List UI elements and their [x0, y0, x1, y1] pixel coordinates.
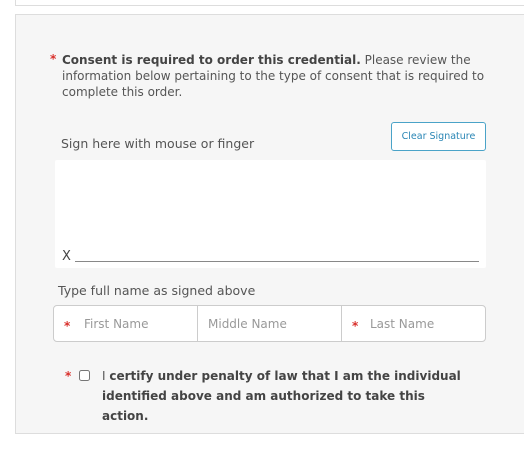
clear-signature-button[interactable]: Clear Signature	[391, 122, 486, 151]
consent-required-mark: *	[50, 52, 57, 66]
consent-message: Consent is required to order this creden…	[62, 52, 490, 100]
middle-name-input[interactable]	[198, 306, 341, 341]
first-name-input[interactable]	[54, 306, 197, 341]
consent-message-bold: Consent is required to order this creden…	[62, 53, 361, 67]
signature-line	[75, 261, 479, 262]
certify-statement: I certify under penalty of law that I am…	[102, 366, 472, 426]
last-name-cell: *	[342, 306, 485, 341]
full-name-fields: * *	[53, 305, 486, 342]
certify-statement-bold: certify under penalty of law that I am t…	[102, 369, 461, 423]
last-name-input[interactable]	[342, 306, 485, 341]
certify-required-mark: *	[65, 369, 72, 383]
middle-name-cell	[198, 306, 342, 341]
signature-x-mark: X	[62, 249, 71, 264]
first-name-cell: *	[54, 306, 198, 341]
certify-checkbox[interactable]	[79, 370, 90, 381]
signature-label: Sign here with mouse or finger	[61, 136, 255, 151]
top-panel-edge	[15, 0, 524, 6]
signature-pad[interactable]: X	[55, 160, 486, 268]
full-name-label: Type full name as signed above	[58, 283, 256, 298]
